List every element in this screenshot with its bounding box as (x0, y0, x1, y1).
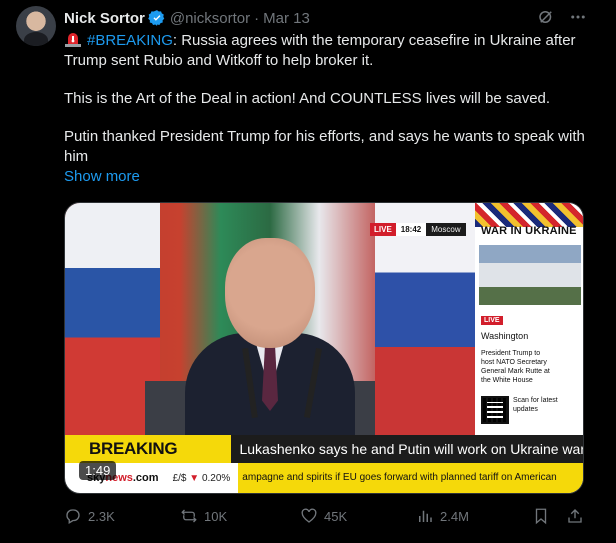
live-time: 18:42 (395, 223, 427, 236)
reply-button[interactable]: 2.3K (64, 507, 115, 525)
sidebar-title: WAR IN UKRAINE (481, 225, 577, 237)
views-button[interactable]: 2.4M (416, 507, 469, 525)
ticker-headline: ampagne and spirits if EU goes forward w… (238, 463, 583, 493)
more-options-icon[interactable] (568, 7, 588, 27)
tweet-paragraph-3: Putin thanked President Trump for his ef… (64, 128, 585, 165)
views-chart-icon (419, 510, 432, 522)
white-house-thumbnail (479, 245, 581, 305)
breaking-news-headline: Lukashenko says he and Putin will work o… (239, 441, 584, 457)
speaker-figure (185, 238, 355, 435)
video-frame: LIVE 18:42 Moscow (65, 203, 475, 435)
war-in-ukraine-logo (475, 203, 583, 227)
siren-emoji-icon (64, 31, 82, 47)
live-label: LIVE (370, 223, 396, 236)
flag-right (375, 203, 475, 435)
author-handle[interactable]: @nicksortor (170, 10, 250, 27)
avatar[interactable] (16, 6, 56, 46)
video-duration: 1:49 (79, 461, 117, 480)
breaking-news-bar: BREAKING NEWS Lukashenko says he and Put… (65, 435, 584, 486)
fx-rate: £/$ ▼ 0.20% (172, 472, 231, 484)
bookmark-icon (535, 508, 547, 525)
live-indicator: LIVE 18:42 Moscow (370, 223, 466, 236)
share-icon (568, 509, 582, 523)
tweet-paragraph-1: #BREAKING: Russia agrees with the tempor… (64, 31, 594, 71)
news-sidebar: WAR IN UKRAINE LIVE Washington President… (475, 203, 583, 435)
sidebar-live-badge: LIVE (481, 316, 503, 325)
like-count: 45K (324, 508, 348, 524)
tweet-header: Nick Sortor @nicksortor · Mar 13 (64, 8, 310, 28)
video-player[interactable]: LIVE 18:42 Moscow WAR IN UKRAINE LIVE Wa… (64, 202, 584, 494)
reply-icon (66, 509, 80, 524)
repost-icon (181, 509, 197, 523)
like-button[interactable]: 45K (300, 507, 347, 525)
qr-code-icon (481, 396, 509, 424)
bookmark-button[interactable] (532, 507, 550, 525)
tweet-text: #BREAKING: Russia agrees with the tempor… (64, 31, 594, 187)
repost-count: 10K (204, 508, 228, 524)
news-ticker: skynews.com £/$ ▼ 0.20% ampagne and spir… (65, 463, 583, 493)
heart-icon (301, 508, 317, 523)
views-count: 2.4M (440, 508, 469, 524)
tweet-paragraph-2: This is the Art of the Deal in action! A… (64, 90, 551, 107)
breaking-news-label: BREAKING NEWS (65, 435, 232, 486)
live-location: Moscow (426, 223, 466, 236)
breaking-hashtag-link[interactable]: #BREAKING (87, 32, 173, 49)
tweet[interactable]: Nick Sortor @nicksortor · Mar 13 #BREAKI… (0, 0, 616, 543)
grok-icon[interactable] (536, 7, 556, 27)
reply-count: 2.3K (88, 508, 115, 524)
header-actions (536, 7, 588, 27)
share-button[interactable] (566, 507, 584, 525)
separator-dot: · (254, 9, 260, 27)
tweet-date[interactable]: Mar 13 (263, 10, 310, 27)
show-more-link[interactable]: Show more (64, 167, 594, 187)
repost-button[interactable]: 10K (180, 507, 227, 525)
verified-badge-icon (148, 9, 166, 27)
tweet-actions: 2.3K 10K 45K 2.4M (64, 506, 594, 526)
sidebar-description: President Trump to host NATO Secretary G… (481, 350, 550, 384)
sidebar-scan-text: Scan for latest updates (513, 397, 558, 413)
author-name[interactable]: Nick Sortor (64, 10, 145, 27)
sidebar-location: Washington (481, 331, 529, 341)
